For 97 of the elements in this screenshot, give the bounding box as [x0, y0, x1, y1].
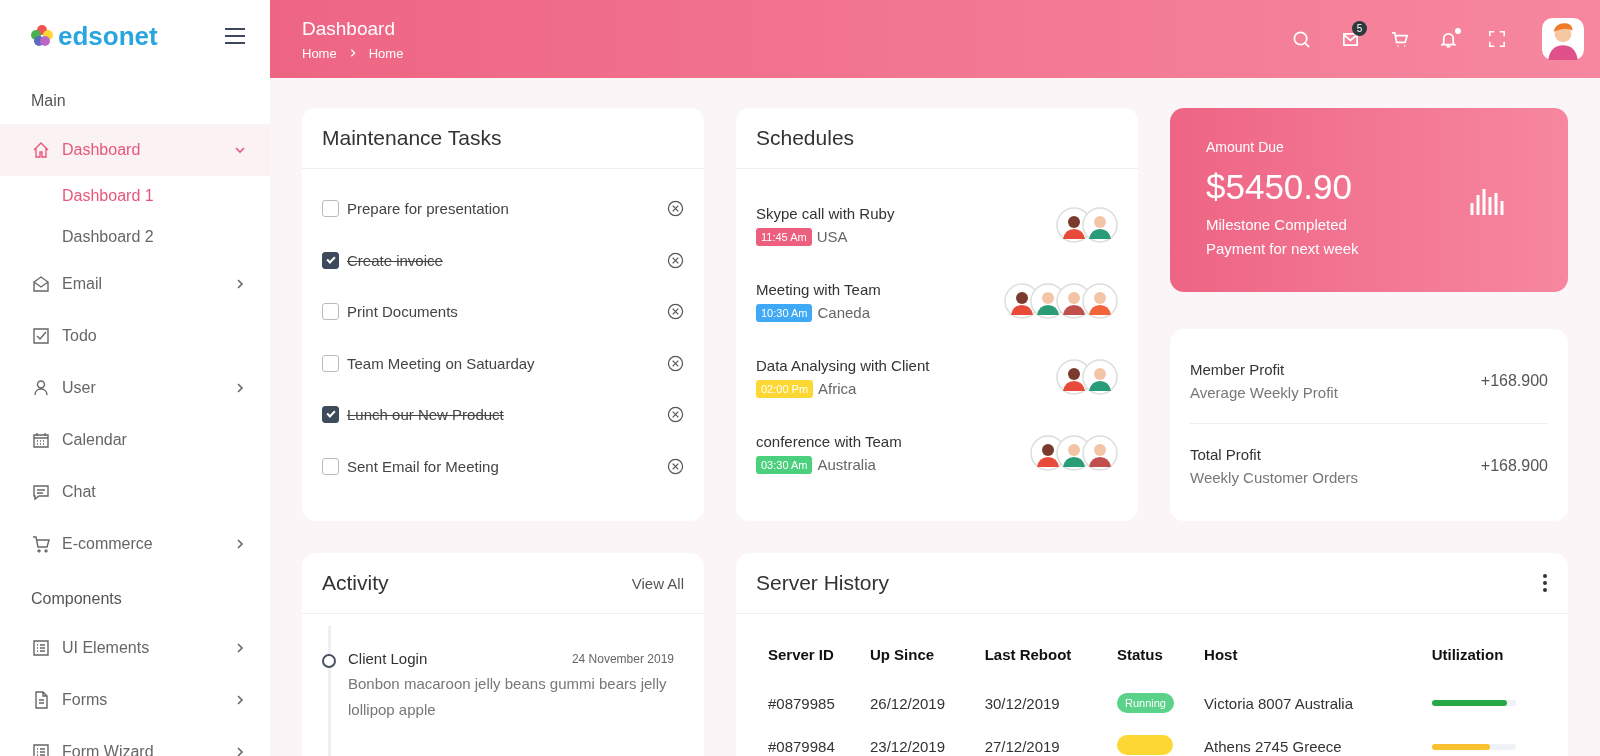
schedule-place: Africa: [818, 380, 857, 397]
card-caption: Payment for next week: [1206, 239, 1359, 259]
user-avatar[interactable]: [1542, 18, 1584, 60]
schedule-title: conference with Team: [756, 432, 902, 450]
checkbox[interactable]: [322, 457, 339, 475]
status-badge: Running: [1117, 693, 1174, 713]
activity-text: Bonbon macaroon jelly beans gummi bears jelly lollipop apple: [348, 674, 668, 720]
card-title: Server History: [756, 571, 890, 595]
schedule-place: Australia: [817, 456, 876, 473]
close-icon[interactable]: [667, 200, 684, 218]
column-header: Utilization: [1431, 645, 1505, 665]
notification-badge: 5: [1352, 20, 1367, 36]
activity-title: Client Login: [348, 650, 428, 667]
check-icon: [32, 327, 50, 345]
checkbox[interactable]: [322, 200, 339, 218]
schedule-place: Caneda: [817, 304, 871, 321]
sidebar-item[interactable]: User: [0, 362, 270, 414]
chat-icon: [32, 483, 50, 501]
view-all-link[interactable]: View All: [631, 574, 684, 592]
sidebar-item[interactable]: E-commerce: [0, 518, 270, 570]
sidebar-item[interactable]: Email: [0, 258, 270, 310]
table-cell: #0879985: [768, 683, 870, 725]
close-icon[interactable]: [667, 303, 684, 321]
calendar-icon: [32, 431, 50, 449]
profit-subtitle: Average Weekly Profit: [1190, 384, 1338, 401]
sidebar-item[interactable]: Todo: [0, 310, 270, 362]
card-title: Schedules: [756, 126, 855, 150]
profit-value: +168.900: [1480, 372, 1548, 390]
table-cell: #0879984: [768, 725, 870, 756]
timeline-dot: [322, 654, 336, 668]
schedule-title: Data Analysing with Client: [756, 356, 930, 374]
sidebar-item[interactable]: Calendar: [0, 414, 270, 466]
column-header: Up Since: [869, 636, 985, 683]
checkbox[interactable]: [322, 406, 339, 424]
activity-date: 24 November 2019: [571, 651, 674, 666]
checkbox[interactable]: [322, 354, 339, 372]
mail-icon: [32, 275, 50, 293]
section-title: Main: [30, 91, 67, 111]
profit-title: Total Profit: [1190, 446, 1262, 463]
cart-icon: [32, 535, 50, 553]
column-header: Last Reboot: [984, 636, 1117, 683]
section-title: Components: [30, 589, 123, 609]
checkbox[interactable]: [322, 303, 339, 321]
submenu-item[interactable]: Dashboard 2: [0, 217, 270, 258]
card-title: Maintenance Tasks: [322, 126, 502, 150]
task-label: Create invoice: [347, 251, 444, 269]
card-caption: Milestone Completed: [1206, 215, 1348, 235]
time-badge: 03:30 Am: [756, 455, 813, 474]
schedule-place: USA: [816, 228, 848, 245]
sidebar-item[interactable]: Chat: [0, 466, 270, 518]
close-icon[interactable]: [667, 457, 684, 475]
time-badge: 10:30 Am: [756, 303, 813, 322]
schedule-title: Skype call with Ruby: [756, 204, 895, 222]
profit-value: +168.900: [1480, 457, 1548, 475]
brand-name: edsonet: [58, 20, 158, 52]
card-label: Amount Due: [1206, 139, 1285, 155]
page-title: Dashboard: [302, 17, 396, 40]
column-header: Status: [1117, 645, 1164, 665]
column-header: Host: [1204, 636, 1432, 683]
submenu-item[interactable]: Dashboard 1: [0, 176, 270, 217]
menu-icon[interactable]: [224, 27, 246, 45]
list-icon: [32, 639, 50, 657]
more-icon[interactable]: [1542, 573, 1548, 593]
sidebar-item[interactable]: Dashboard: [0, 124, 270, 176]
close-icon[interactable]: [667, 354, 684, 372]
home-icon: [32, 141, 50, 159]
user-icon: [32, 379, 50, 397]
list-icon: [32, 743, 50, 756]
task-label: Prepare for presentation: [347, 200, 510, 218]
sidebar-item[interactable]: Forms: [0, 674, 270, 726]
sidebar-item[interactable]: UI Elements: [0, 622, 270, 674]
time-badge: 02:00 Pm: [756, 379, 814, 398]
task-label: Sent Email for Meeting: [347, 457, 500, 475]
profit-subtitle: Weekly Customer Orders: [1190, 469, 1359, 486]
task-label: Print Documents: [347, 303, 459, 321]
breadcrumb-link[interactable]: Home: [302, 45, 337, 61]
task-label: Lunch our New Product: [347, 406, 505, 424]
table-cell: 27/12/2019: [984, 725, 1117, 756]
profit-title: Member Profit: [1190, 361, 1286, 378]
logo-icon: [30, 24, 54, 48]
breadcrumb-link[interactable]: Home: [368, 45, 404, 61]
table-cell: Athens 2745 Greece: [1204, 725, 1432, 756]
schedule-title: Meeting with Team: [756, 280, 881, 298]
chevron-right-icon: [348, 49, 357, 57]
column-header: Server ID: [768, 636, 870, 683]
doc-icon: [32, 691, 50, 709]
checkbox[interactable]: [322, 251, 339, 269]
card-title: Activity: [322, 571, 389, 595]
time-badge: 11:45 Am: [756, 227, 812, 246]
table-cell: 26/12/2019: [869, 683, 985, 725]
table-cell: 23/12/2019: [869, 725, 985, 756]
close-icon[interactable]: [667, 251, 684, 269]
table-cell: 30/12/2019: [984, 683, 1117, 725]
close-icon[interactable]: [667, 406, 684, 424]
task-label: Team Meeting on Satuarday: [347, 354, 536, 372]
table-cell: Victoria 8007 Australia: [1204, 683, 1432, 725]
amount-value: $5450.90: [1206, 167, 1353, 207]
